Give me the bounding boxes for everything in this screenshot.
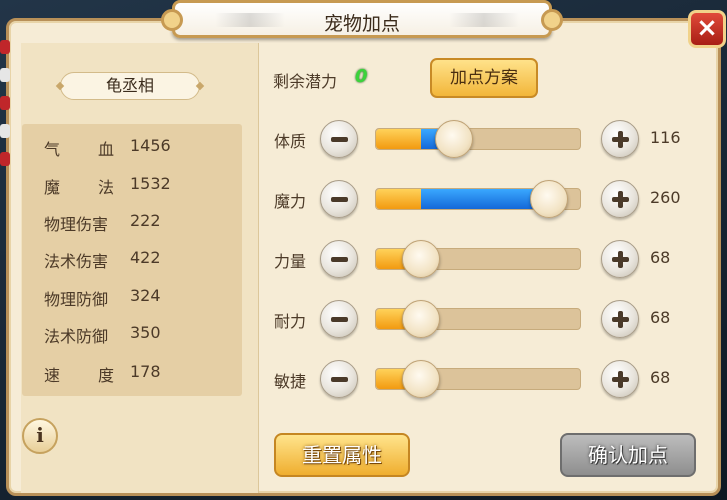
attr-label-magic: 魔力	[274, 192, 307, 211]
slider-knob[interactable]	[402, 300, 440, 338]
pet-name: 龟丞相	[60, 72, 200, 100]
attr-value-constitution: 116	[650, 128, 681, 147]
close-button[interactable]: ×	[688, 10, 726, 48]
slider-constitution[interactable]	[375, 120, 581, 158]
slider-strength[interactable]	[375, 240, 581, 278]
stat-value: 350	[130, 323, 161, 342]
minus-icon	[331, 197, 348, 202]
stat-value: 178	[130, 362, 161, 381]
minus-icon	[331, 257, 348, 262]
stat-value: 222	[130, 211, 161, 230]
title-banner: 宠物加点	[161, 0, 563, 38]
plus-icon-stroke	[618, 131, 623, 148]
decrease-endurance-button[interactable]	[320, 300, 358, 338]
attr-label-endurance: 耐力	[274, 312, 307, 331]
remaining-potential-value: 0	[355, 66, 368, 87]
decrease-magic-button[interactable]	[320, 180, 358, 218]
stat-label: 法术防御	[44, 327, 109, 346]
slider-fill-base	[376, 129, 421, 149]
attr-label-agility: 敏捷	[274, 372, 307, 391]
minus-icon	[331, 377, 348, 382]
slider-fill-base	[376, 189, 421, 209]
decrease-constitution-button[interactable]	[320, 120, 358, 158]
point-plan-button[interactable]: 加点方案	[430, 58, 538, 98]
attr-value-strength: 68	[650, 248, 671, 267]
decrease-agility-button[interactable]	[320, 360, 358, 398]
confirm-points-button[interactable]: 确认加点	[560, 433, 696, 477]
plus-icon-stroke	[618, 371, 623, 388]
stat-value: 1456	[130, 136, 171, 155]
increase-endurance-button[interactable]	[601, 300, 639, 338]
attr-label-strength: 力量	[274, 252, 307, 271]
info-button[interactable]: i	[22, 418, 58, 454]
attr-value-agility: 68	[650, 368, 671, 387]
slider-endurance[interactable]	[375, 300, 581, 338]
slider-knob[interactable]	[530, 180, 568, 218]
slider-agility[interactable]	[375, 360, 581, 398]
stat-label: 气血	[44, 140, 114, 159]
stat-label: 速度	[44, 366, 114, 385]
plus-icon-stroke	[618, 311, 623, 328]
stat-value: 1532	[130, 174, 171, 193]
slider-magic[interactable]	[375, 180, 581, 218]
minus-icon	[331, 317, 348, 322]
stat-value: 324	[130, 286, 161, 305]
remaining-potential-label: 剩余潜力	[273, 72, 338, 91]
tassel-ornament	[0, 40, 10, 170]
slider-knob[interactable]	[402, 360, 440, 398]
stat-label: 魔法	[44, 178, 114, 197]
attr-value-magic: 260	[650, 188, 681, 207]
attr-value-endurance: 68	[650, 308, 671, 327]
increase-magic-button[interactable]	[601, 180, 639, 218]
plus-icon-stroke	[618, 191, 623, 208]
reset-attributes-button[interactable]: 重置属性	[274, 433, 410, 477]
dialog-title: 宠物加点	[323, 13, 400, 35]
minus-icon	[331, 137, 348, 142]
slider-knob[interactable]	[435, 120, 473, 158]
decrease-strength-button[interactable]	[320, 240, 358, 278]
stat-label: 物理伤害	[44, 215, 109, 234]
slider-knob[interactable]	[402, 240, 440, 278]
slider-fill-added	[421, 189, 545, 209]
increase-constitution-button[interactable]	[601, 120, 639, 158]
plus-icon-stroke	[618, 251, 623, 268]
close-icon: ×	[696, 13, 718, 43]
stat-value: 422	[130, 248, 161, 267]
increase-agility-button[interactable]	[601, 360, 639, 398]
increase-strength-button[interactable]	[601, 240, 639, 278]
stat-label: 物理防御	[44, 290, 109, 309]
info-icon: i	[36, 423, 44, 447]
stat-label: 法术伤害	[44, 252, 109, 271]
attr-label-constitution: 体质	[274, 132, 307, 151]
